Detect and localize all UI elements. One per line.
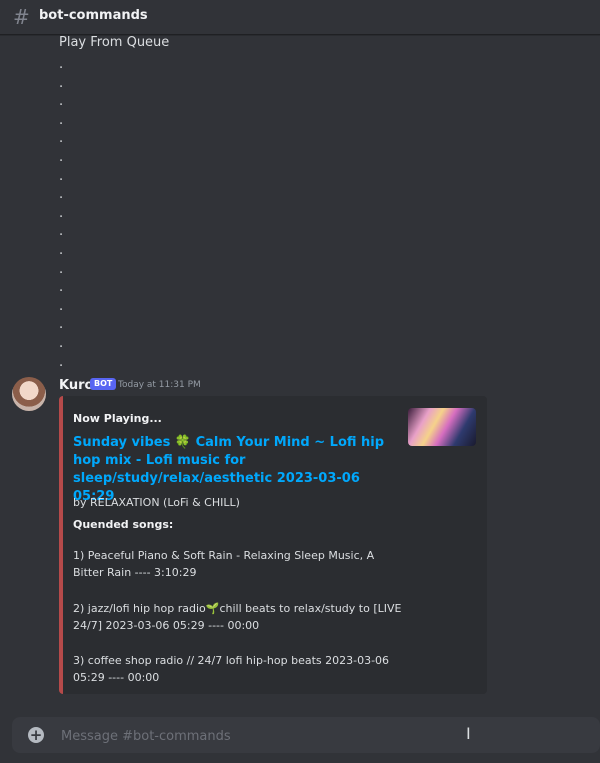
queue-item: 1) Peaceful Piano & Soft Rain - Relaxing… [73,549,375,579]
queue-item: 3) coffee shop radio // 24/7 lofi hip-ho… [73,654,390,684]
now-playing-embed: Now Playing... Sunday vibes 🍀 Calm Your … [59,396,487,694]
message-input[interactable] [59,724,563,748]
queue-label: Quended songs: [73,518,174,531]
embed-description: by RELAXATION (LoFi & CHILL) [73,496,240,509]
message-composer: + I [12,717,600,753]
previous-message-dots: . . . . . . . . . . . . . . . . . . [59,57,64,389]
plus-icon[interactable]: + [28,727,44,743]
bot-badge: BOT [90,378,117,390]
avatar[interactable] [12,377,46,411]
channel-name[interactable]: bot-commands [39,8,148,23]
message-timestamp: Today at 11:31 PM [118,380,201,390]
text-cursor-icon: I [466,724,471,743]
channel-header: # bot-commands [0,0,600,35]
queue-item: 2) jazz/lofi hip hop radio🌱chill beats t… [73,602,402,632]
message-author[interactable]: Kuro [59,378,93,393]
message-list[interactable]: Play From Queue . . . . . . . . . . . . … [0,35,600,713]
embed-author: Now Playing... [73,412,162,425]
embed-thumbnail[interactable] [408,408,476,446]
hash-icon: # [13,5,30,29]
previous-message-text: Play From Queue [59,35,170,50]
